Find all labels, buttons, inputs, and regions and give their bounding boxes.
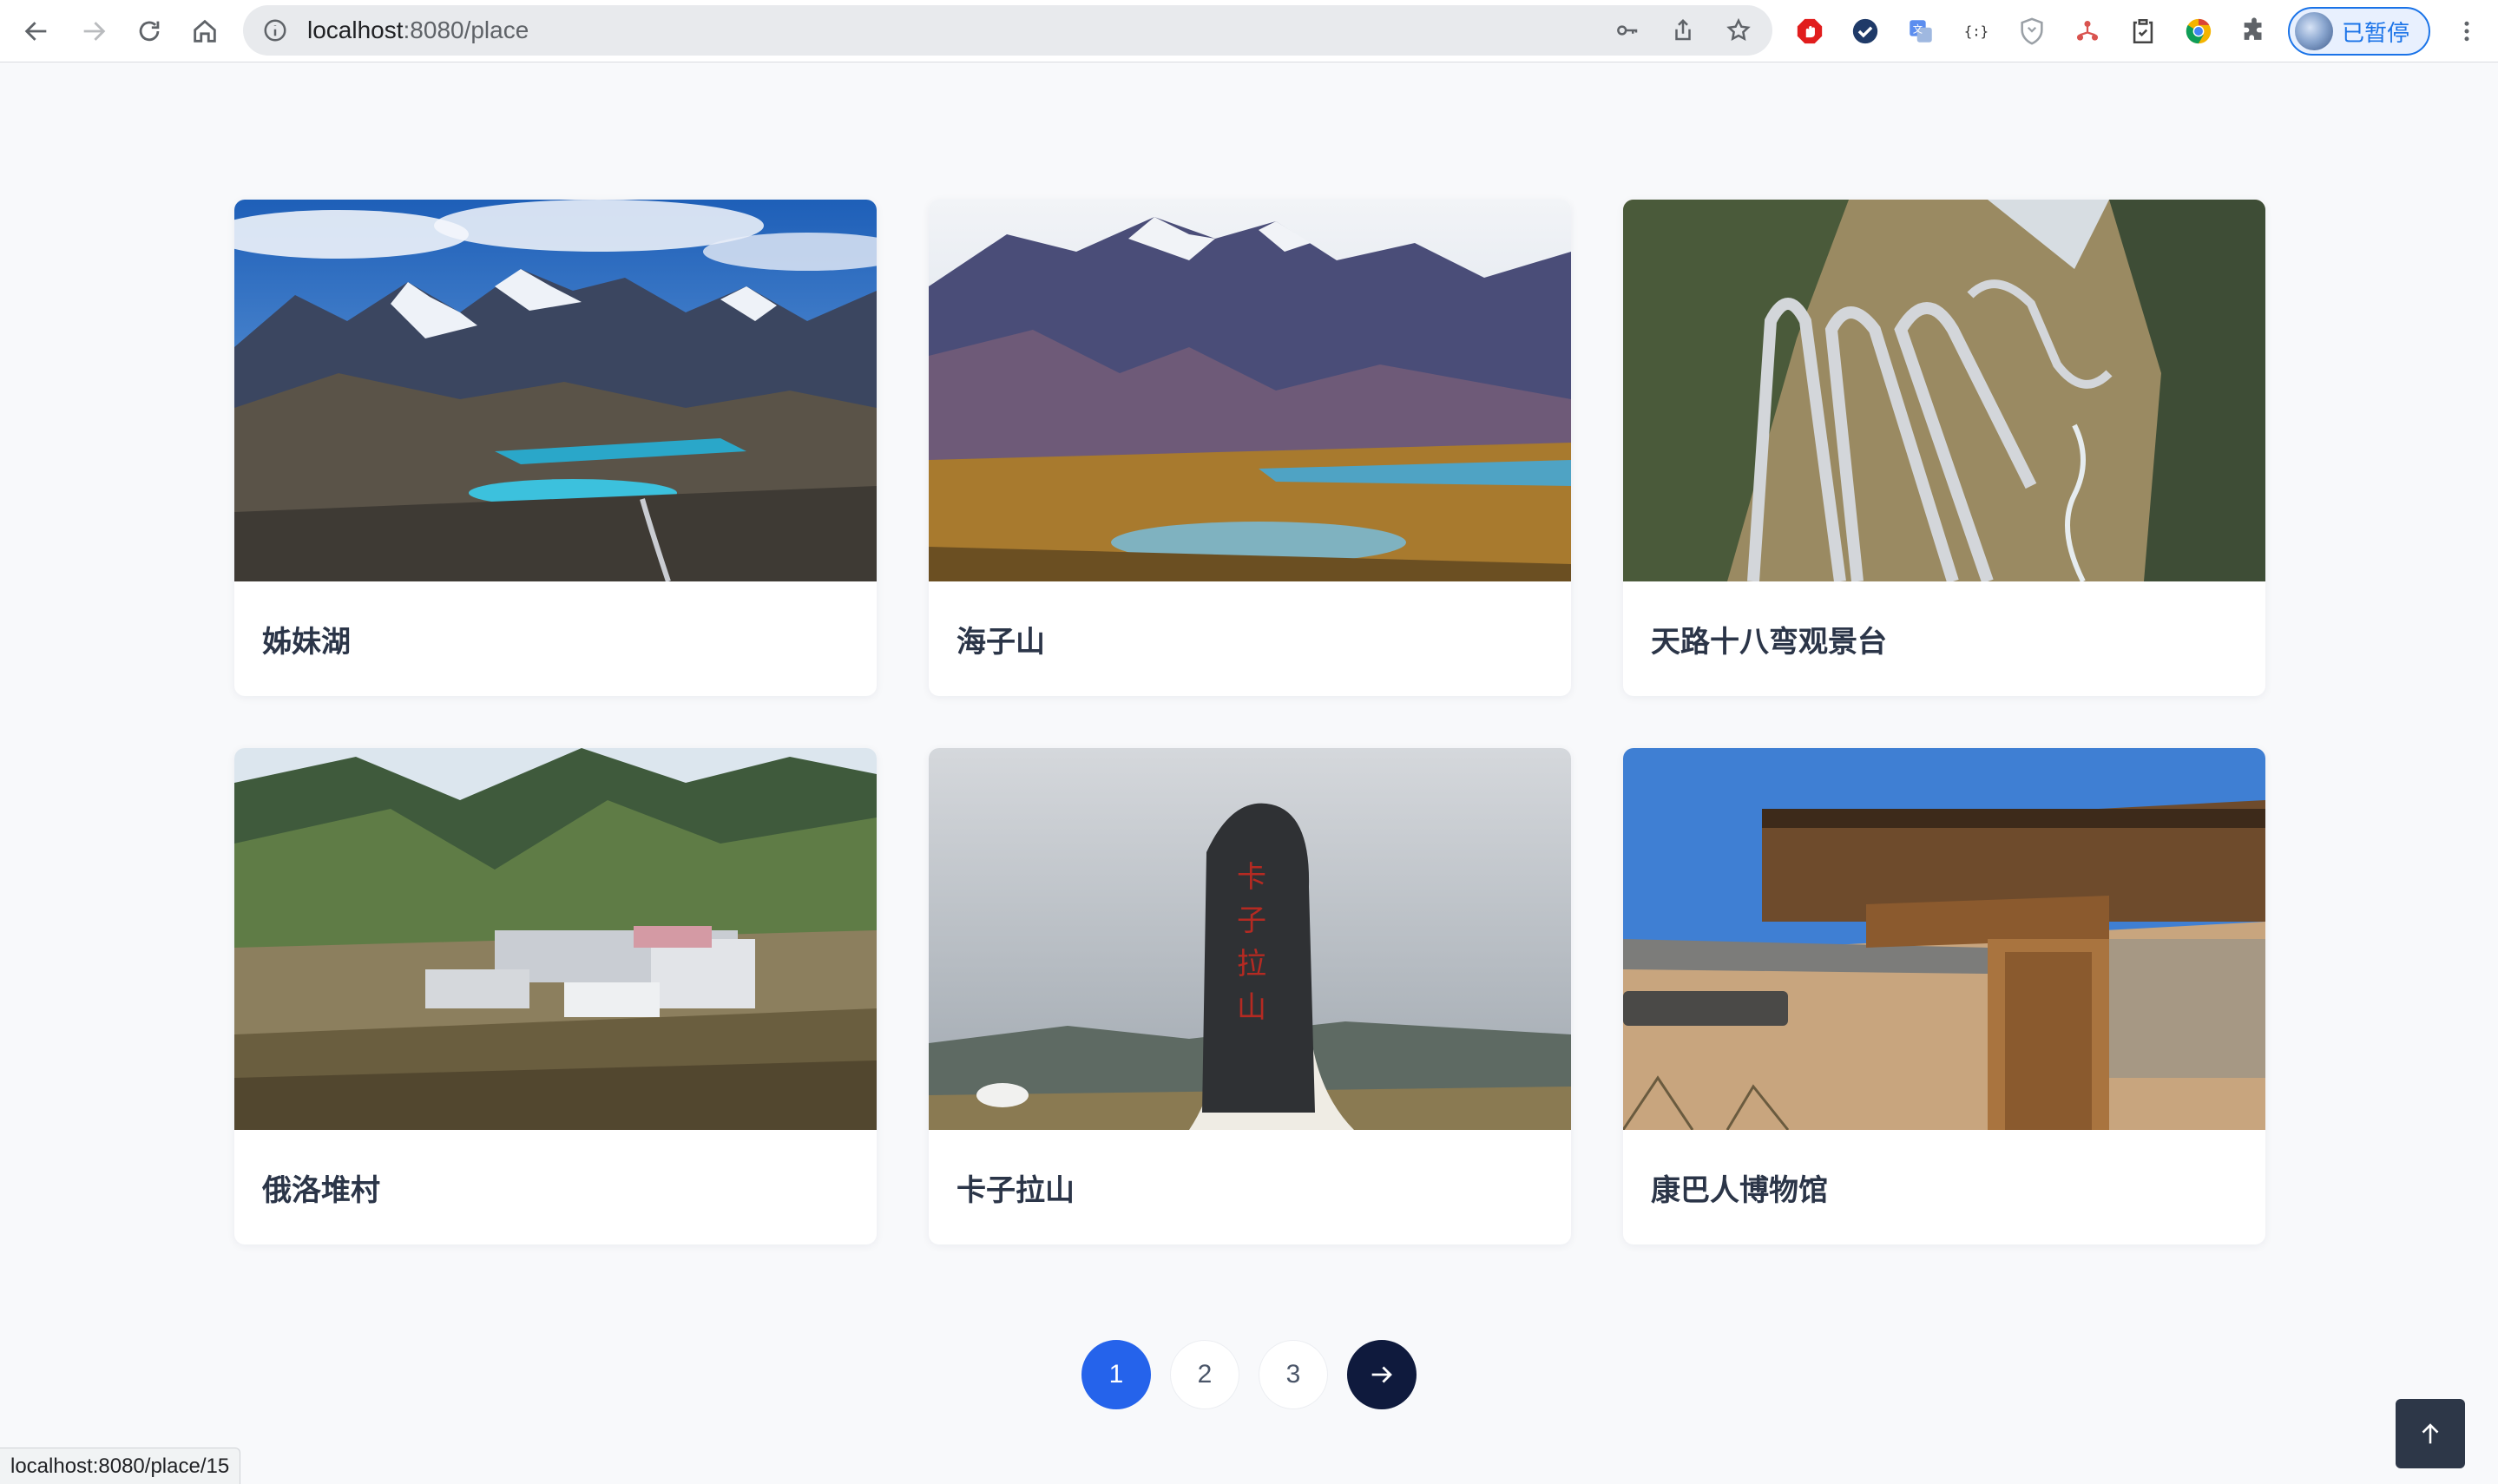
link-status-bar: localhost:8080/place/15 [0, 1448, 241, 1484]
place-name[interactable]: 姊妹湖 [234, 581, 877, 696]
bookmark-star-icon[interactable] [1715, 7, 1762, 54]
profile-status-label: 已暂停 [2342, 20, 2410, 47]
place-name[interactable]: 俄洛堆村 [234, 1130, 877, 1244]
site-info-icon[interactable] [262, 17, 288, 43]
check-extension-icon[interactable] [1844, 10, 1887, 53]
place-card[interactable]: 海子山 [929, 200, 1571, 696]
place-card[interactable]: 卡 子 拉 山 卡子拉山 [929, 748, 1571, 1244]
avatar [2295, 12, 2333, 50]
clipboard-extension-icon[interactable] [2121, 10, 2165, 53]
puzzle-extensions-icon[interactable] [2232, 10, 2276, 53]
next-page-button[interactable] [1347, 1340, 1417, 1409]
page-button-2[interactable]: 2 [1170, 1340, 1239, 1409]
place-photo [1623, 200, 2265, 581]
place-card[interactable]: 俄洛堆村 [234, 748, 877, 1244]
place-photo: 卡 子 拉 山 [929, 748, 1571, 1130]
place-card[interactable]: 姊妹湖 [234, 200, 877, 696]
back-icon[interactable] [9, 3, 64, 59]
kebab-menu-icon[interactable] [2446, 10, 2488, 52]
place-photo [929, 200, 1571, 581]
page-button-1[interactable]: 1 [1081, 1340, 1151, 1409]
reload-icon[interactable] [122, 3, 177, 59]
password-key-icon[interactable] [1604, 7, 1651, 54]
back-to-top-button[interactable] [2396, 1399, 2465, 1468]
svg-text:{:}: {:} [1964, 24, 1989, 40]
forward-icon[interactable] [66, 3, 122, 59]
place-card[interactable]: 天路十八弯观景台 [1623, 200, 2265, 696]
place-name[interactable]: 康巴人博物馆 [1623, 1130, 2265, 1244]
json-extension-icon[interactable]: {:} [1955, 10, 1998, 53]
place-grid: 姊妹湖 海子山 天路十八弯观景台 俄洛堆村 卡 子 拉 山 卡子拉山 康巴人博物… [234, 200, 2265, 1244]
svg-text:拉: 拉 [1237, 947, 1266, 982]
place-photo [1623, 748, 2265, 1130]
arrow-up-icon [2422, 1423, 2439, 1444]
share-icon[interactable] [1660, 7, 1706, 54]
svg-text:卡: 卡 [1237, 860, 1266, 895]
translate-extension-icon[interactable]: 文 [1899, 10, 1943, 53]
svg-text:子: 子 [1237, 903, 1266, 938]
place-name[interactable]: 天路十八弯观景台 [1623, 581, 2265, 696]
profile-button[interactable]: 已暂停 [2288, 7, 2430, 56]
url-text: localhost:8080/place [307, 16, 529, 43]
chrome-color-extension-icon[interactable] [2177, 10, 2220, 53]
arrow-right-icon [1371, 1366, 1392, 1383]
svg-text:山: 山 [1237, 990, 1266, 1025]
shield-extension-icon[interactable] [2010, 10, 2054, 53]
adblock-extension-icon[interactable] [1788, 10, 1831, 53]
svg-text:文: 文 [1913, 23, 1923, 35]
place-photo [234, 748, 877, 1130]
place-photo [234, 200, 877, 581]
place-card[interactable]: 康巴人博物馆 [1623, 748, 2265, 1244]
page-button-3[interactable]: 3 [1259, 1340, 1328, 1409]
place-name[interactable]: 卡子拉山 [929, 1130, 1571, 1244]
tree-extension-icon[interactable] [2066, 10, 2109, 53]
place-name[interactable]: 海子山 [929, 581, 1571, 696]
browser-toolbar: localhost:8080/place 文 {:} 已暂停 [0, 0, 2498, 62]
address-bar[interactable]: localhost:8080/place [243, 5, 1772, 56]
home-icon[interactable] [177, 3, 233, 59]
pagination: 1 2 3 [1081, 1340, 1417, 1409]
